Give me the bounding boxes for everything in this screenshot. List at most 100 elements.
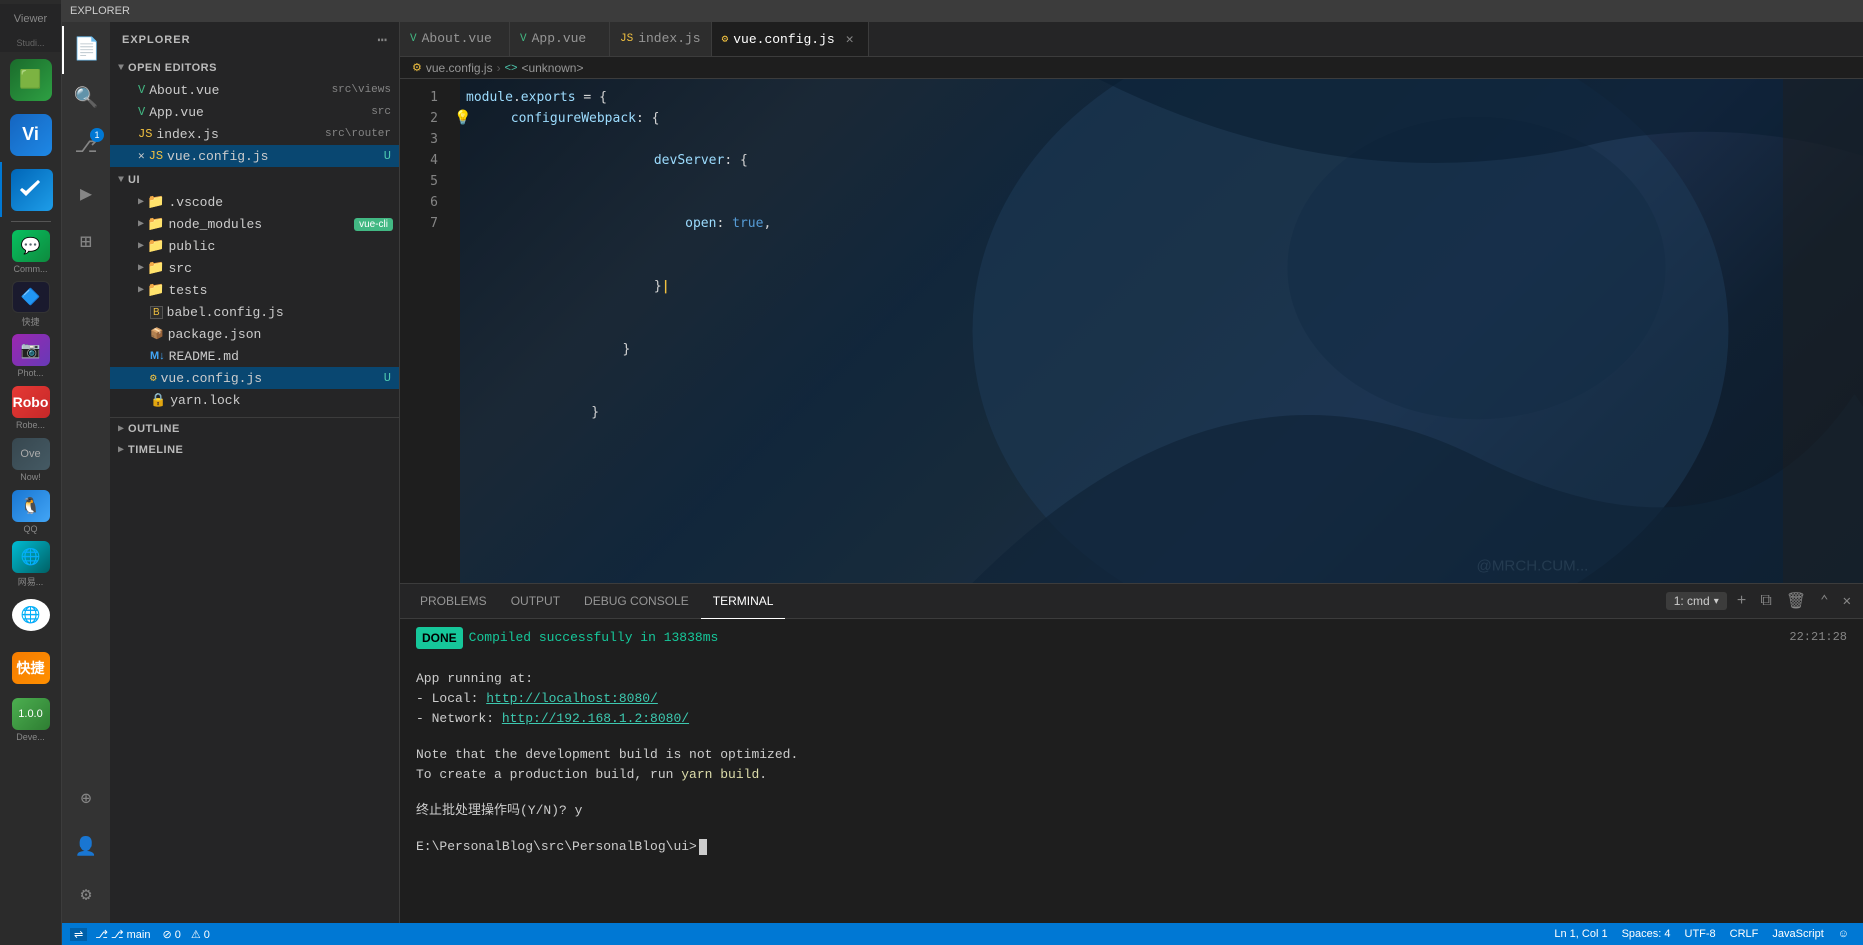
extensions-activity-icon[interactable]: ⊞	[62, 218, 110, 266]
tab-vueconfig-close[interactable]: ✕	[842, 31, 858, 47]
settings-activity-icon[interactable]: ⚙	[62, 871, 110, 919]
more-icon[interactable]: ⋯	[377, 30, 387, 50]
tests-folder-item[interactable]: ▶ 📁 tests	[110, 279, 399, 301]
chevron-public: ▶	[138, 240, 144, 252]
warnings-text: ⚠ 0	[191, 928, 210, 941]
close-panel-icon[interactable]: ✕	[1839, 591, 1855, 612]
app-icon-1[interactable]: 🟩	[0, 52, 62, 107]
remote-status-icon: ⇌	[74, 928, 83, 941]
app-icon-qq[interactable]: 🐧 QQ	[0, 486, 62, 538]
status-feedback[interactable]: ☺	[1832, 928, 1855, 940]
app-icon-kuai[interactable]: 快捷	[0, 642, 62, 694]
outline-header[interactable]: ▶ OUTLINE	[110, 417, 399, 439]
terminal-selector[interactable]: 1: cmd ▾	[1666, 592, 1727, 610]
app-icon-comm[interactable]: 💬 Comm...	[0, 226, 62, 278]
close-icon-vueconfig[interactable]: ✕	[138, 149, 145, 163]
explorer-activity-icon[interactable]: 📄	[62, 26, 110, 74]
delete-terminal-icon[interactable]: 🗑	[1782, 589, 1810, 613]
public-folder-item[interactable]: ▶ 📁 public	[110, 235, 399, 257]
breadcrumb: ⚙ vue.config.js › <> <unknown>	[400, 57, 1863, 79]
local-url[interactable]: http://localhost:8080/	[486, 691, 658, 706]
tab-app[interactable]: V App.vue	[510, 22, 610, 56]
breadcrumb-sep: ›	[497, 61, 501, 75]
code-content[interactable]: module.exports = { 💡 configureWebpack: {…	[450, 79, 1783, 583]
search-activity-icon[interactable]: 🔍	[62, 74, 110, 122]
open-editor-index[interactable]: JS index.js src\router	[110, 123, 399, 145]
open-editor-app[interactable]: V App.vue src	[110, 101, 399, 123]
app-icon-robo[interactable]: Robo Robe...	[0, 382, 62, 434]
code-line-1: module.exports = {	[450, 87, 1783, 108]
status-git[interactable]: ⎇ ⎇ main	[89, 928, 156, 941]
node-modules-item[interactable]: ▶ 📁 node_modules vue-cli	[110, 213, 399, 235]
about-vue-path: src\views	[332, 84, 391, 96]
new-terminal-icon[interactable]: +	[1733, 590, 1751, 612]
app-icon-2[interactable]: Vi	[0, 107, 62, 162]
readme-name: README.md	[169, 349, 239, 364]
debug-console-tab[interactable]: DEBUG CONSOLE	[572, 584, 701, 619]
status-ln-col[interactable]: Ln 1, Col 1	[1548, 928, 1613, 940]
readme-item[interactable]: M↓ README.md	[110, 345, 399, 367]
status-language[interactable]: JavaScript	[1766, 928, 1829, 940]
app-icon-ove[interactable]: Ove Now!	[0, 434, 62, 486]
split-terminal-icon[interactable]: ⧉	[1756, 590, 1775, 612]
network-url[interactable]: http://192.168.1.2:8080/	[502, 711, 689, 726]
open-editor-vueconfig[interactable]: ✕ JS vue.config.js U	[110, 145, 399, 167]
outline-label: OUTLINE	[128, 423, 180, 435]
ui-section-header[interactable]: ▼ UI	[110, 169, 399, 191]
status-eol[interactable]: CRLF	[1724, 928, 1765, 940]
status-errors[interactable]: ⊘ 0	[158, 928, 184, 941]
status-remote[interactable]: ⇌	[70, 928, 87, 941]
open-editor-about[interactable]: V About.vue src\views	[110, 79, 399, 101]
app-icon-dev[interactable]: 1.0.0 Deve...	[0, 694, 62, 746]
vueconfig-file-item[interactable]: ⚙ vue.config.js U	[110, 367, 399, 389]
run-activity-icon[interactable]: ▶	[62, 170, 110, 218]
open-editors-header[interactable]: ▼ OPEN EDITORS	[110, 57, 399, 79]
vscode-layout: EXPLORER 📄 🔍 ⎇ 1 ▶ ⊞	[62, 0, 1863, 945]
app-icon-net[interactable]: 🌐 网易...	[0, 538, 62, 590]
explorer-header-icons[interactable]: ⋯	[377, 30, 387, 50]
tab-index[interactable]: JS index.js	[610, 22, 712, 56]
terminal-note2: To create a production build, run yarn b…	[416, 765, 1847, 785]
status-spaces[interactable]: Spaces: 4	[1616, 928, 1677, 940]
account-activity-icon[interactable]: 👤	[62, 823, 110, 871]
tab-vueconfig[interactable]: ⚙ vue.config.js ✕	[712, 22, 869, 56]
vue-icon-tab-about: V	[410, 33, 417, 45]
code-editor[interactable]: @MRCH.CUM... 1 2 3 4 5 6 7	[400, 79, 1863, 583]
lightbulb-icon[interactable]: 💡	[454, 108, 471, 129]
src-folder-item[interactable]: ▶ 📁 src	[110, 257, 399, 279]
tab-about-label: About.vue	[422, 31, 492, 46]
folder-icon-public: 📁	[147, 238, 164, 255]
app-icon-photo[interactable]: 📷 Phot...	[0, 330, 62, 382]
status-right: Ln 1, Col 1 Spaces: 4 UTF-8 CRLF JavaScr…	[1548, 928, 1855, 940]
line-num-2: 2	[400, 108, 438, 129]
app-icon-3[interactable]: 🔷 快捷	[0, 278, 62, 330]
panel-tab-bar: PROBLEMS OUTPUT DEBUG CONSOLE TERMINAL	[400, 584, 1863, 619]
babel-config-item[interactable]: B babel.config.js	[110, 301, 399, 323]
tab-index-label: index.js	[638, 31, 700, 46]
package-json-item[interactable]: 📦 package.json	[110, 323, 399, 345]
app-icon-vscode[interactable]	[0, 162, 62, 217]
terminal-tab[interactable]: TERMINAL	[701, 584, 786, 619]
yarn-lock-item[interactable]: 🔒 yarn.lock	[110, 389, 399, 411]
timeline-header[interactable]: ▶ TIMELINE	[110, 439, 399, 461]
maximize-panel-icon[interactable]: ⌃	[1816, 591, 1832, 612]
code-line-2: 💡 configureWebpack: {	[450, 108, 1783, 129]
terminal-content[interactable]: 22:21:28 DONE Compiled successfully in 1…	[400, 619, 1863, 923]
status-encoding[interactable]: UTF-8	[1679, 928, 1722, 940]
remote-activity-icon[interactable]: ⊕	[62, 775, 110, 823]
editor-content: @MRCH.CUM... 1 2 3 4 5 6 7	[400, 79, 1863, 923]
scm-activity-icon[interactable]: ⎇ 1	[62, 122, 110, 170]
problems-tab[interactable]: PROBLEMS	[408, 584, 499, 619]
app-icon-chrome[interactable]: 🌐	[0, 590, 62, 642]
output-tab[interactable]: OUTPUT	[499, 584, 572, 619]
breadcrumb-segment: <unknown>	[521, 61, 583, 75]
tab-about[interactable]: V About.vue	[400, 22, 510, 56]
js-icon-tab-vueconfig: ⚙	[722, 32, 729, 46]
done-badge: DONE	[416, 627, 463, 649]
windows-taskbar: Viewer Studi... 🟩 Vi 💬 Comm...	[0, 0, 62, 945]
terminal-blank2	[416, 729, 1847, 745]
folder-icon-src: 📁	[147, 260, 164, 277]
breadcrumb-file-icon: ⚙	[412, 61, 422, 74]
vscode-folder-item[interactable]: ▶ 📁 .vscode	[110, 191, 399, 213]
status-warnings[interactable]: ⚠ 0	[187, 928, 214, 941]
